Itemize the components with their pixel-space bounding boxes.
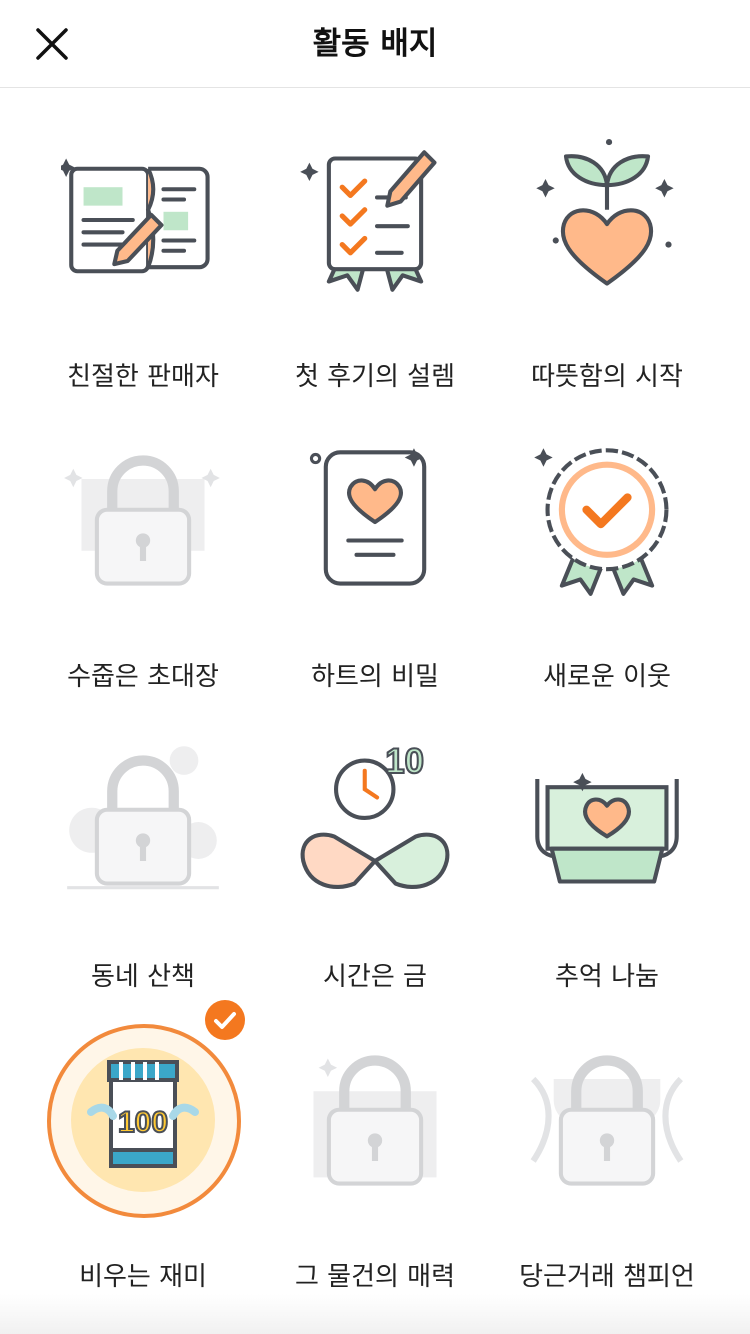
lock-icon xyxy=(64,455,220,586)
badge-item[interactable]: 10 시간은 금 xyxy=(250,688,500,992)
document-pen-icon xyxy=(61,158,210,274)
badge-item-selected[interactable]: 100 비우는 재미 xyxy=(18,988,268,1292)
badge-item[interactable]: 따뜻함의 시작 xyxy=(482,88,732,392)
badge-item[interactable]: 첫 후기의 설렘 xyxy=(250,88,500,392)
badge-item[interactable]: 당근거래 챔피언 xyxy=(482,988,732,1292)
badge-item[interactable]: 새로운 이웃 xyxy=(482,388,732,692)
badge-item[interactable]: 친절한 판매자 xyxy=(18,88,268,392)
badge-item[interactable]: 그 물건의 매력 xyxy=(250,988,500,1292)
header: 활동 배지 xyxy=(0,0,750,88)
earned-check-icon xyxy=(205,1000,245,1040)
heart-card-icon xyxy=(309,448,427,586)
badge-label: 당근거래 챔피언 xyxy=(519,1262,695,1292)
svg-text:100: 100 xyxy=(118,1106,168,1139)
check-rosette-icon xyxy=(534,448,669,596)
badge-label: 비우는 재미 xyxy=(79,1262,207,1292)
svg-text:10: 10 xyxy=(385,742,424,781)
checklist-pen-icon xyxy=(300,150,437,292)
badge-label: 그 물건의 매력 xyxy=(294,1262,456,1292)
badge-item[interactable]: 동네 산책 xyxy=(18,688,268,992)
badge-item[interactable]: 하트의 비밀 xyxy=(250,388,500,692)
heart-box-icon xyxy=(535,772,679,884)
bottom-fade xyxy=(0,1294,750,1334)
badge-item[interactable]: 수줍은 초대장 xyxy=(18,388,268,692)
pinky-promise-clock-icon: 10 xyxy=(300,741,450,889)
lock-icon xyxy=(530,1055,684,1186)
page-title: 활동 배지 xyxy=(312,26,438,62)
sprout-heart-icon xyxy=(536,139,674,286)
store-100-icon: 100 xyxy=(47,1000,245,1218)
lock-icon xyxy=(313,1055,437,1186)
badge-item[interactable]: 추억 나눔 xyxy=(482,688,732,992)
lock-icon xyxy=(67,746,219,890)
